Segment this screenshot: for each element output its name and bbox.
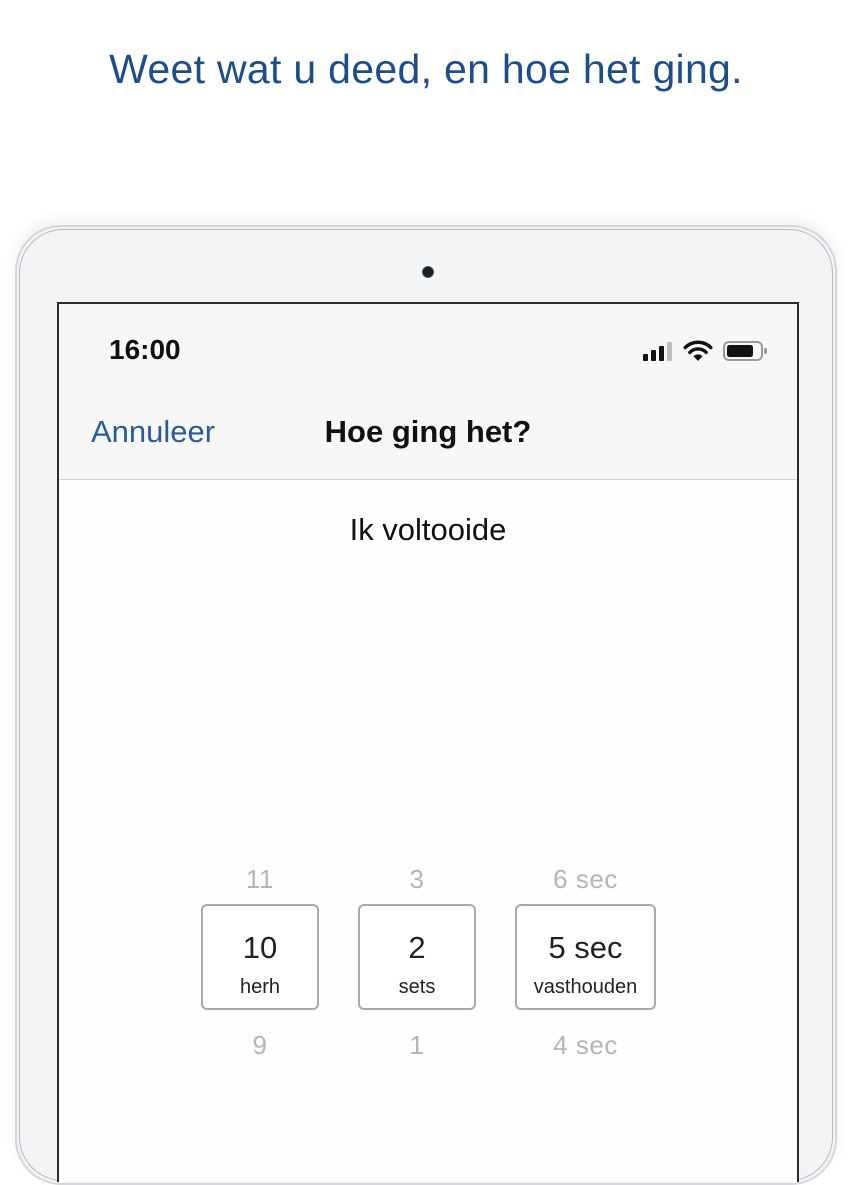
- reps-picker[interactable]: 11 10 herh 9: [201, 864, 319, 1064]
- sets-option-above[interactable]: 3: [358, 864, 476, 895]
- reps-value: 10: [242, 930, 278, 965]
- hold-unit: vasthouden: [533, 976, 638, 998]
- sets-unit: sets: [398, 976, 436, 998]
- camera-icon: [422, 266, 434, 278]
- reps-unit: herh: [239, 976, 281, 998]
- cellular-signal-icon: [643, 342, 672, 361]
- device-screen: 16:00 Annuleer Hoe ging het? Ik voltooid…: [57, 302, 799, 1182]
- sets-selected-box[interactable]: 2 sets: [358, 904, 476, 1010]
- reps-selected-box[interactable]: 10 herh: [201, 904, 319, 1010]
- hold-option-below[interactable]: 4 sec: [515, 1030, 656, 1061]
- headline: Weet wat u deed, en hoe het ging.: [109, 46, 743, 92]
- sets-value: 2: [408, 930, 426, 965]
- status-time: 16:00: [109, 334, 181, 365]
- hold-value: 5 sec: [548, 930, 623, 965]
- hold-picker[interactable]: 6 sec 5 sec vasthouden 4 sec: [515, 864, 656, 1064]
- hold-selected-box[interactable]: 5 sec vasthouden: [515, 904, 656, 1010]
- wifi-icon: [683, 340, 713, 361]
- cancel-button[interactable]: Annuleer: [91, 414, 215, 450]
- sets-picker[interactable]: 3 2 sets 1: [358, 864, 476, 1064]
- reps-option-below[interactable]: 9: [201, 1030, 319, 1061]
- battery-icon: [723, 341, 767, 361]
- sets-option-below[interactable]: 1: [358, 1030, 476, 1061]
- reps-option-above[interactable]: 11: [201, 864, 319, 895]
- status-icons: [643, 340, 769, 362]
- navigation-bar: Annuleer Hoe ging het?: [59, 394, 797, 480]
- completion-prompt: Ik voltooide: [349, 512, 507, 547]
- hold-option-above[interactable]: 6 sec: [515, 864, 656, 895]
- status-bar: 16:00: [59, 304, 797, 394]
- tablet-frame: 16:00 Annuleer Hoe ging het? Ik voltooid…: [15, 225, 837, 1185]
